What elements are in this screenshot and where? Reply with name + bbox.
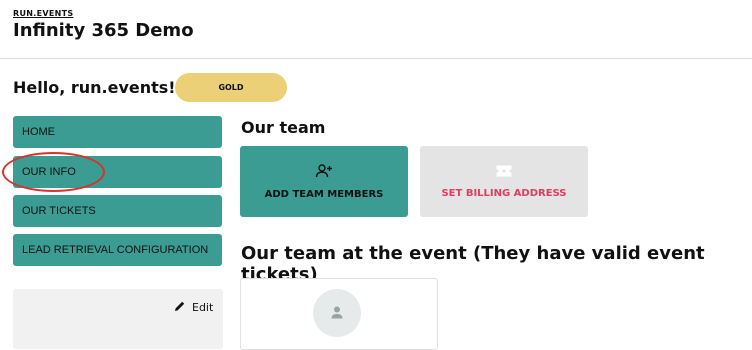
team-section-title: Our team [241, 118, 326, 137]
nav-item-label: OUR TICKETS [22, 205, 96, 217]
page-title: Infinity 365 Demo [13, 20, 194, 41]
add-team-members-button[interactable]: ADD TEAM MEMBERS [240, 146, 408, 217]
nav-item-our-tickets[interactable]: OUR TICKETS [13, 195, 222, 227]
nav-item-lead-retrieval[interactable]: LEAD RETRIEVAL CONFIGURATION [13, 234, 222, 266]
set-billing-address-label: SET BILLING ADDRESS [441, 187, 567, 199]
highlight-oval [2, 152, 105, 192]
nav-item-label: HOME [22, 126, 55, 138]
pencil-icon [174, 300, 186, 315]
nav-item-home[interactable]: HOME [13, 116, 222, 148]
header-divider [0, 58, 752, 59]
edit-button[interactable]: Edit [174, 300, 213, 315]
add-team-members-label: ADD TEAM MEMBERS [264, 188, 384, 200]
brand-link[interactable]: RUN.EVENTS [13, 9, 73, 18]
person-add-icon [315, 163, 333, 181]
ticket-icon [496, 165, 512, 180]
profile-panel [13, 289, 223, 349]
avatar [313, 289, 361, 337]
tier-badge: GOLD [175, 73, 287, 102]
person-icon [330, 304, 344, 323]
greeting-text: Hello, run.events! :) [13, 78, 195, 97]
set-billing-address-button[interactable]: SET BILLING ADDRESS [420, 146, 588, 217]
edit-label: Edit [192, 301, 214, 314]
nav-item-label: LEAD RETRIEVAL CONFIGURATION [22, 244, 209, 256]
